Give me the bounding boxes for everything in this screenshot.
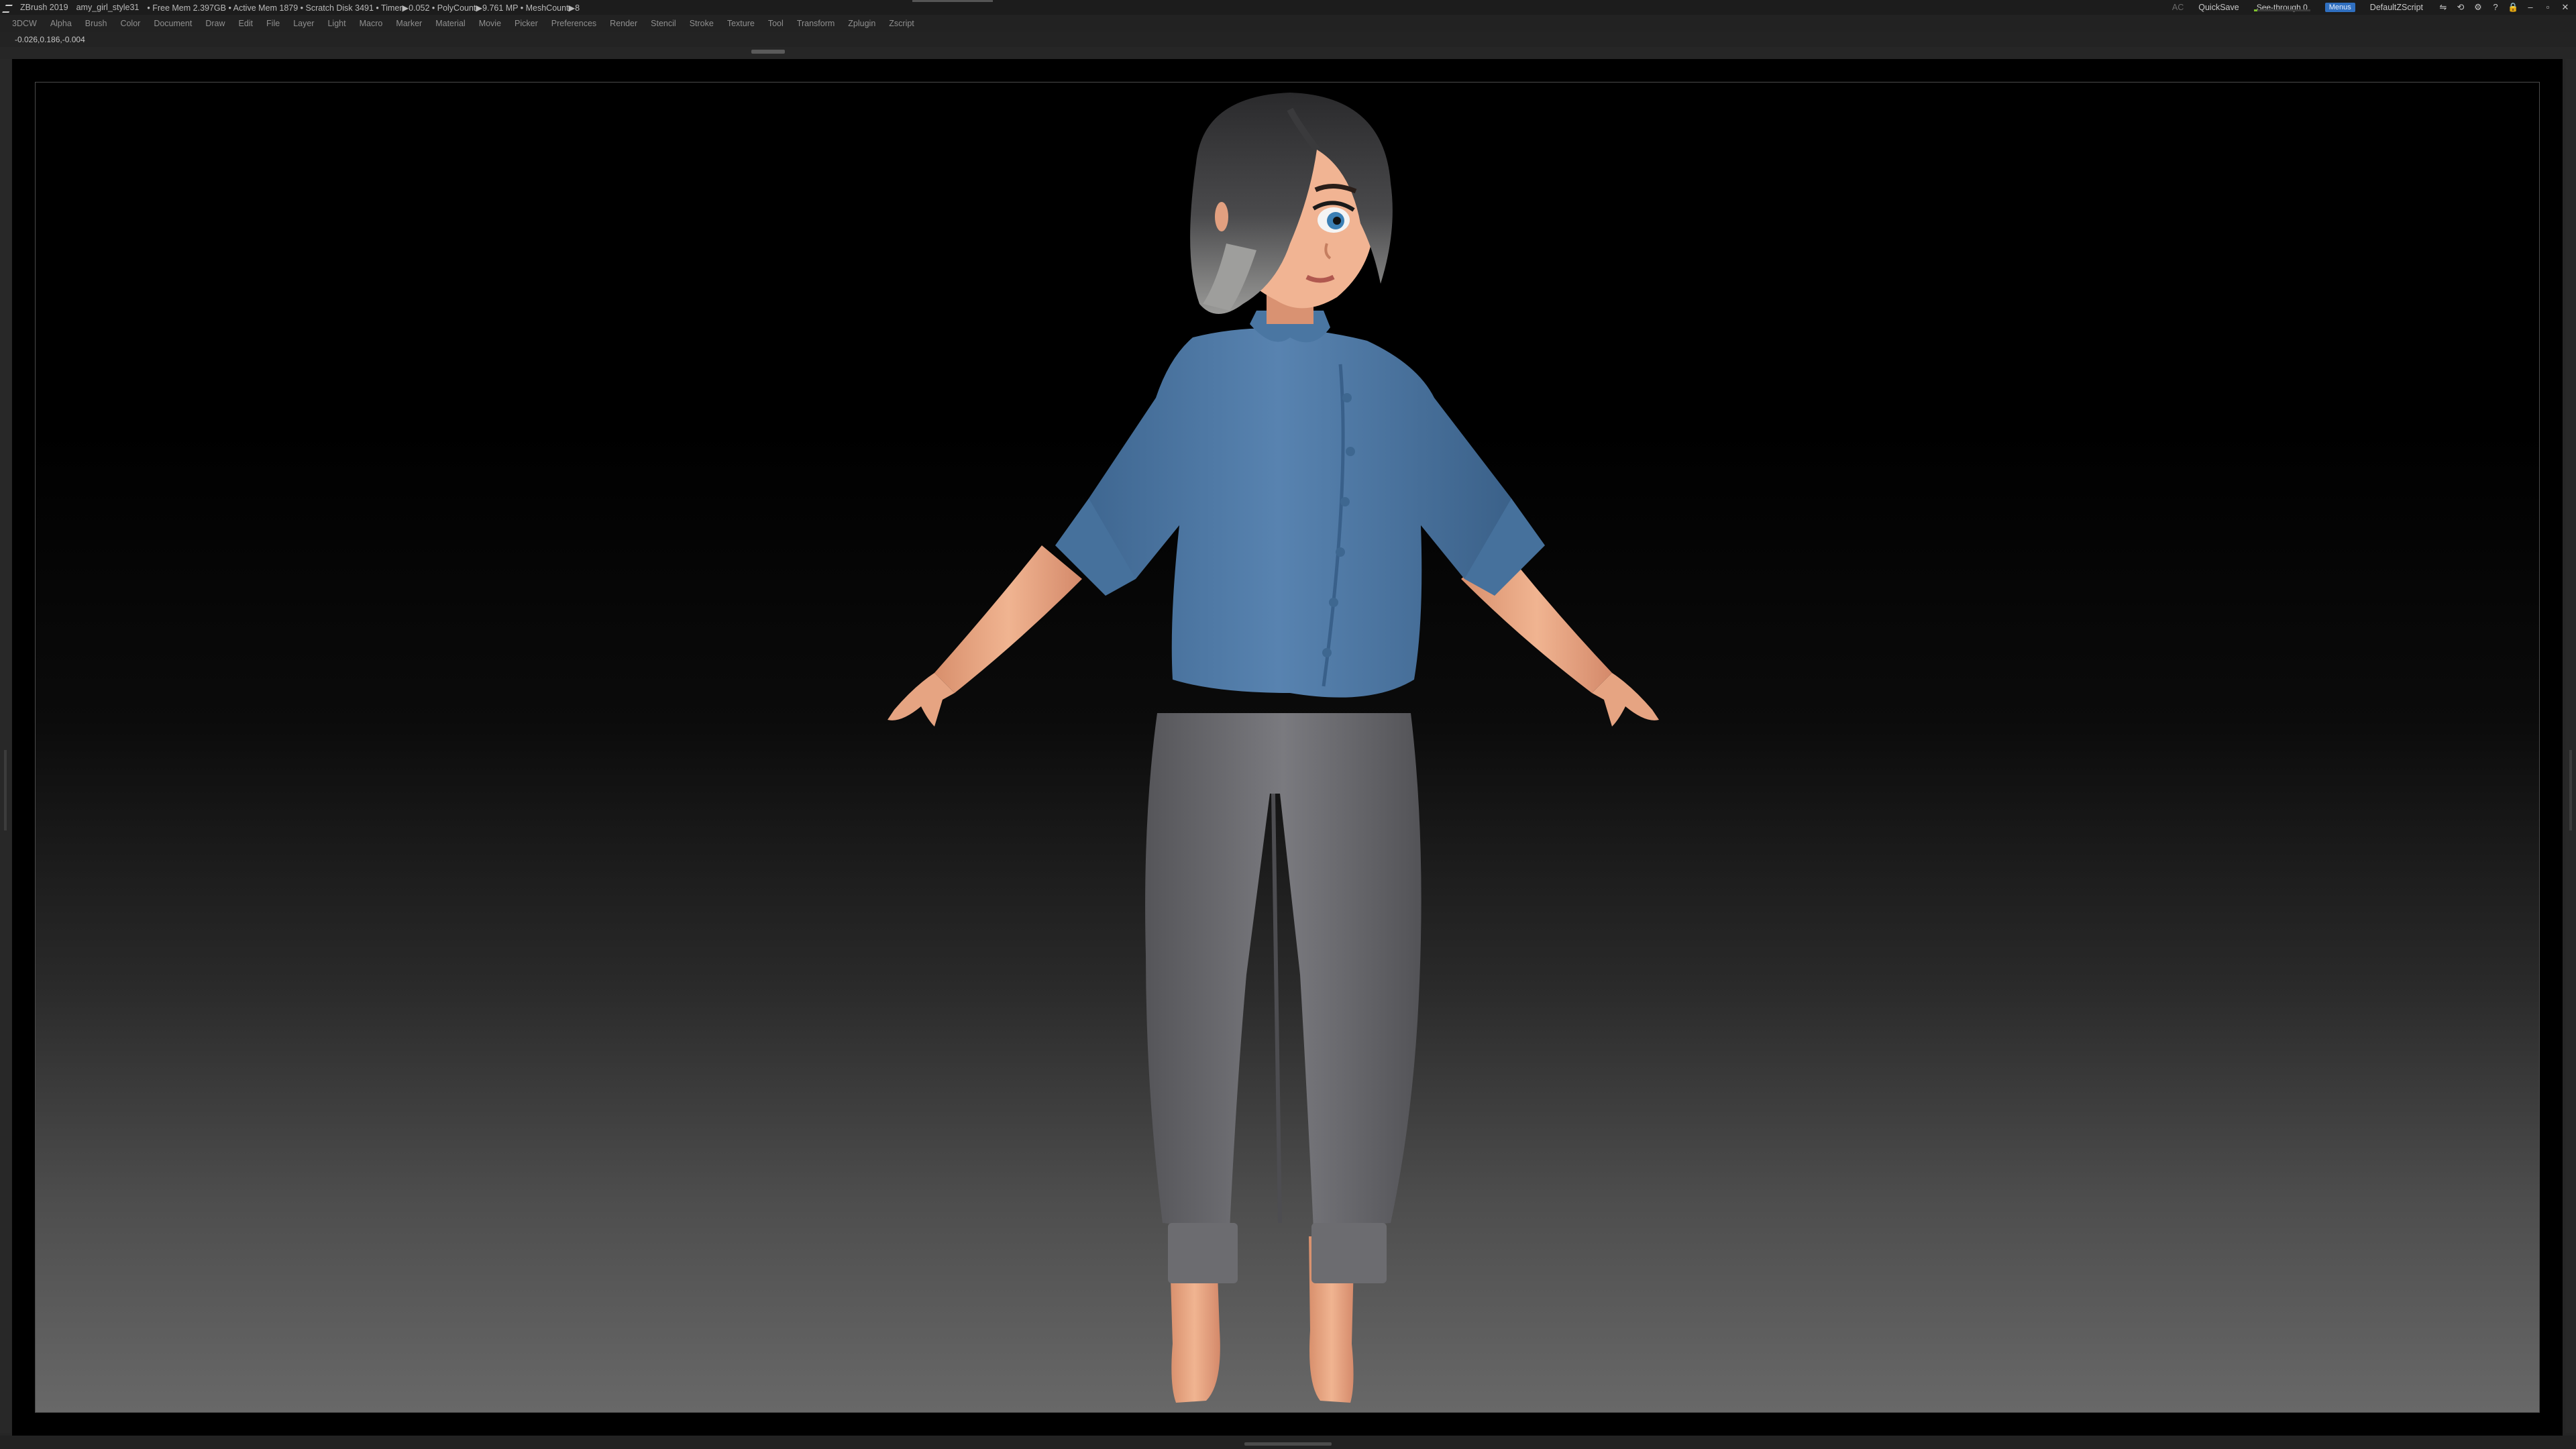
menu-macro[interactable]: Macro <box>360 19 383 28</box>
viewport-canvas[interactable] <box>35 82 2540 1413</box>
maximize-icon[interactable]: ▫ <box>2542 2 2553 13</box>
menu-file[interactable]: File <box>266 19 280 28</box>
document-area <box>12 59 2563 1436</box>
history-icon[interactable]: ⟲ <box>2455 2 2466 13</box>
menu-light[interactable]: Light <box>327 19 345 28</box>
menu-material[interactable]: Material <box>435 19 465 28</box>
menu-edit[interactable]: Edit <box>238 19 253 28</box>
zbrush-logo-icon <box>3 3 12 12</box>
cursor-coordinates: -0.026,0.186,-0.004 <box>15 35 85 44</box>
menu-marker[interactable]: Marker <box>396 19 422 28</box>
menu-movie[interactable]: Movie <box>479 19 501 28</box>
menu-alpha[interactable]: Alpha <box>50 19 72 28</box>
quicksave-button[interactable]: QuickSave <box>2198 3 2239 12</box>
menu-3dcw[interactable]: 3DCW <box>12 19 37 28</box>
see-through-slider[interactable]: See-through 0 <box>2253 3 2310 12</box>
minimize-icon[interactable]: – <box>2525 2 2536 13</box>
title-drag-handle[interactable] <box>912 0 993 2</box>
head <box>1190 93 1393 314</box>
menu-document[interactable]: Document <box>154 19 192 28</box>
title-bar: ZBrush 2019 amy_girl_style31 • Free Mem … <box>0 0 2576 15</box>
see-through-fill <box>2253 9 2257 11</box>
menus-toggle-button[interactable]: Menus <box>2324 3 2355 12</box>
close-icon[interactable]: ✕ <box>2560 2 2571 13</box>
menu-preferences[interactable]: Preferences <box>551 19 596 28</box>
help-icon[interactable]: ? <box>2490 2 2501 13</box>
app-name: ZBrush 2019 <box>20 3 68 12</box>
lock-icon[interactable]: 🔒 <box>2508 2 2518 13</box>
left-tray[interactable] <box>0 59 11 1433</box>
menu-render[interactable]: Render <box>610 19 637 28</box>
menu-color[interactable]: Color <box>120 19 140 28</box>
bottom-shelf-handle[interactable] <box>1244 1442 1332 1446</box>
character-model[interactable] <box>36 83 2540 1413</box>
menu-zplugin[interactable]: Zplugin <box>848 19 875 28</box>
top-shelf-handle[interactable] <box>751 50 785 54</box>
window-settings-icon[interactable]: ⚙ <box>2473 2 2483 13</box>
layout-icon[interactable]: ⇋ <box>2438 2 2449 13</box>
menu-transform[interactable]: Transform <box>797 19 835 28</box>
menu-layer[interactable]: Layer <box>293 19 314 28</box>
coordinate-readout: -0.026,0.186,-0.004 <box>0 32 2576 47</box>
menu-stroke[interactable]: Stroke <box>690 19 714 28</box>
right-tray[interactable] <box>2565 59 2576 1433</box>
default-zscript-button[interactable]: DefaultZScript <box>2370 3 2423 12</box>
see-through-track <box>2253 9 2310 11</box>
menu-brush[interactable]: Brush <box>85 19 107 28</box>
menu-stencil[interactable]: Stencil <box>651 19 676 28</box>
pants <box>1145 713 1421 1283</box>
right-tray-grip[interactable] <box>2569 750 2572 830</box>
file-name: amy_girl_style31 <box>76 3 140 12</box>
main-menu-bar: 3DCW Alpha Brush Color Document Draw Edi… <box>0 15 2576 32</box>
shirt <box>1055 311 1545 698</box>
menu-zscript[interactable]: Zscript <box>889 19 914 28</box>
menu-texture[interactable]: Texture <box>727 19 755 28</box>
menu-tool[interactable]: Tool <box>768 19 784 28</box>
menu-picker[interactable]: Picker <box>515 19 538 28</box>
left-tray-grip[interactable] <box>4 750 7 830</box>
ac-button[interactable]: AC <box>2172 3 2184 12</box>
memory-stats: • Free Mem 2.397GB • Active Mem 1879 • S… <box>147 3 580 13</box>
menu-draw[interactable]: Draw <box>205 19 225 28</box>
